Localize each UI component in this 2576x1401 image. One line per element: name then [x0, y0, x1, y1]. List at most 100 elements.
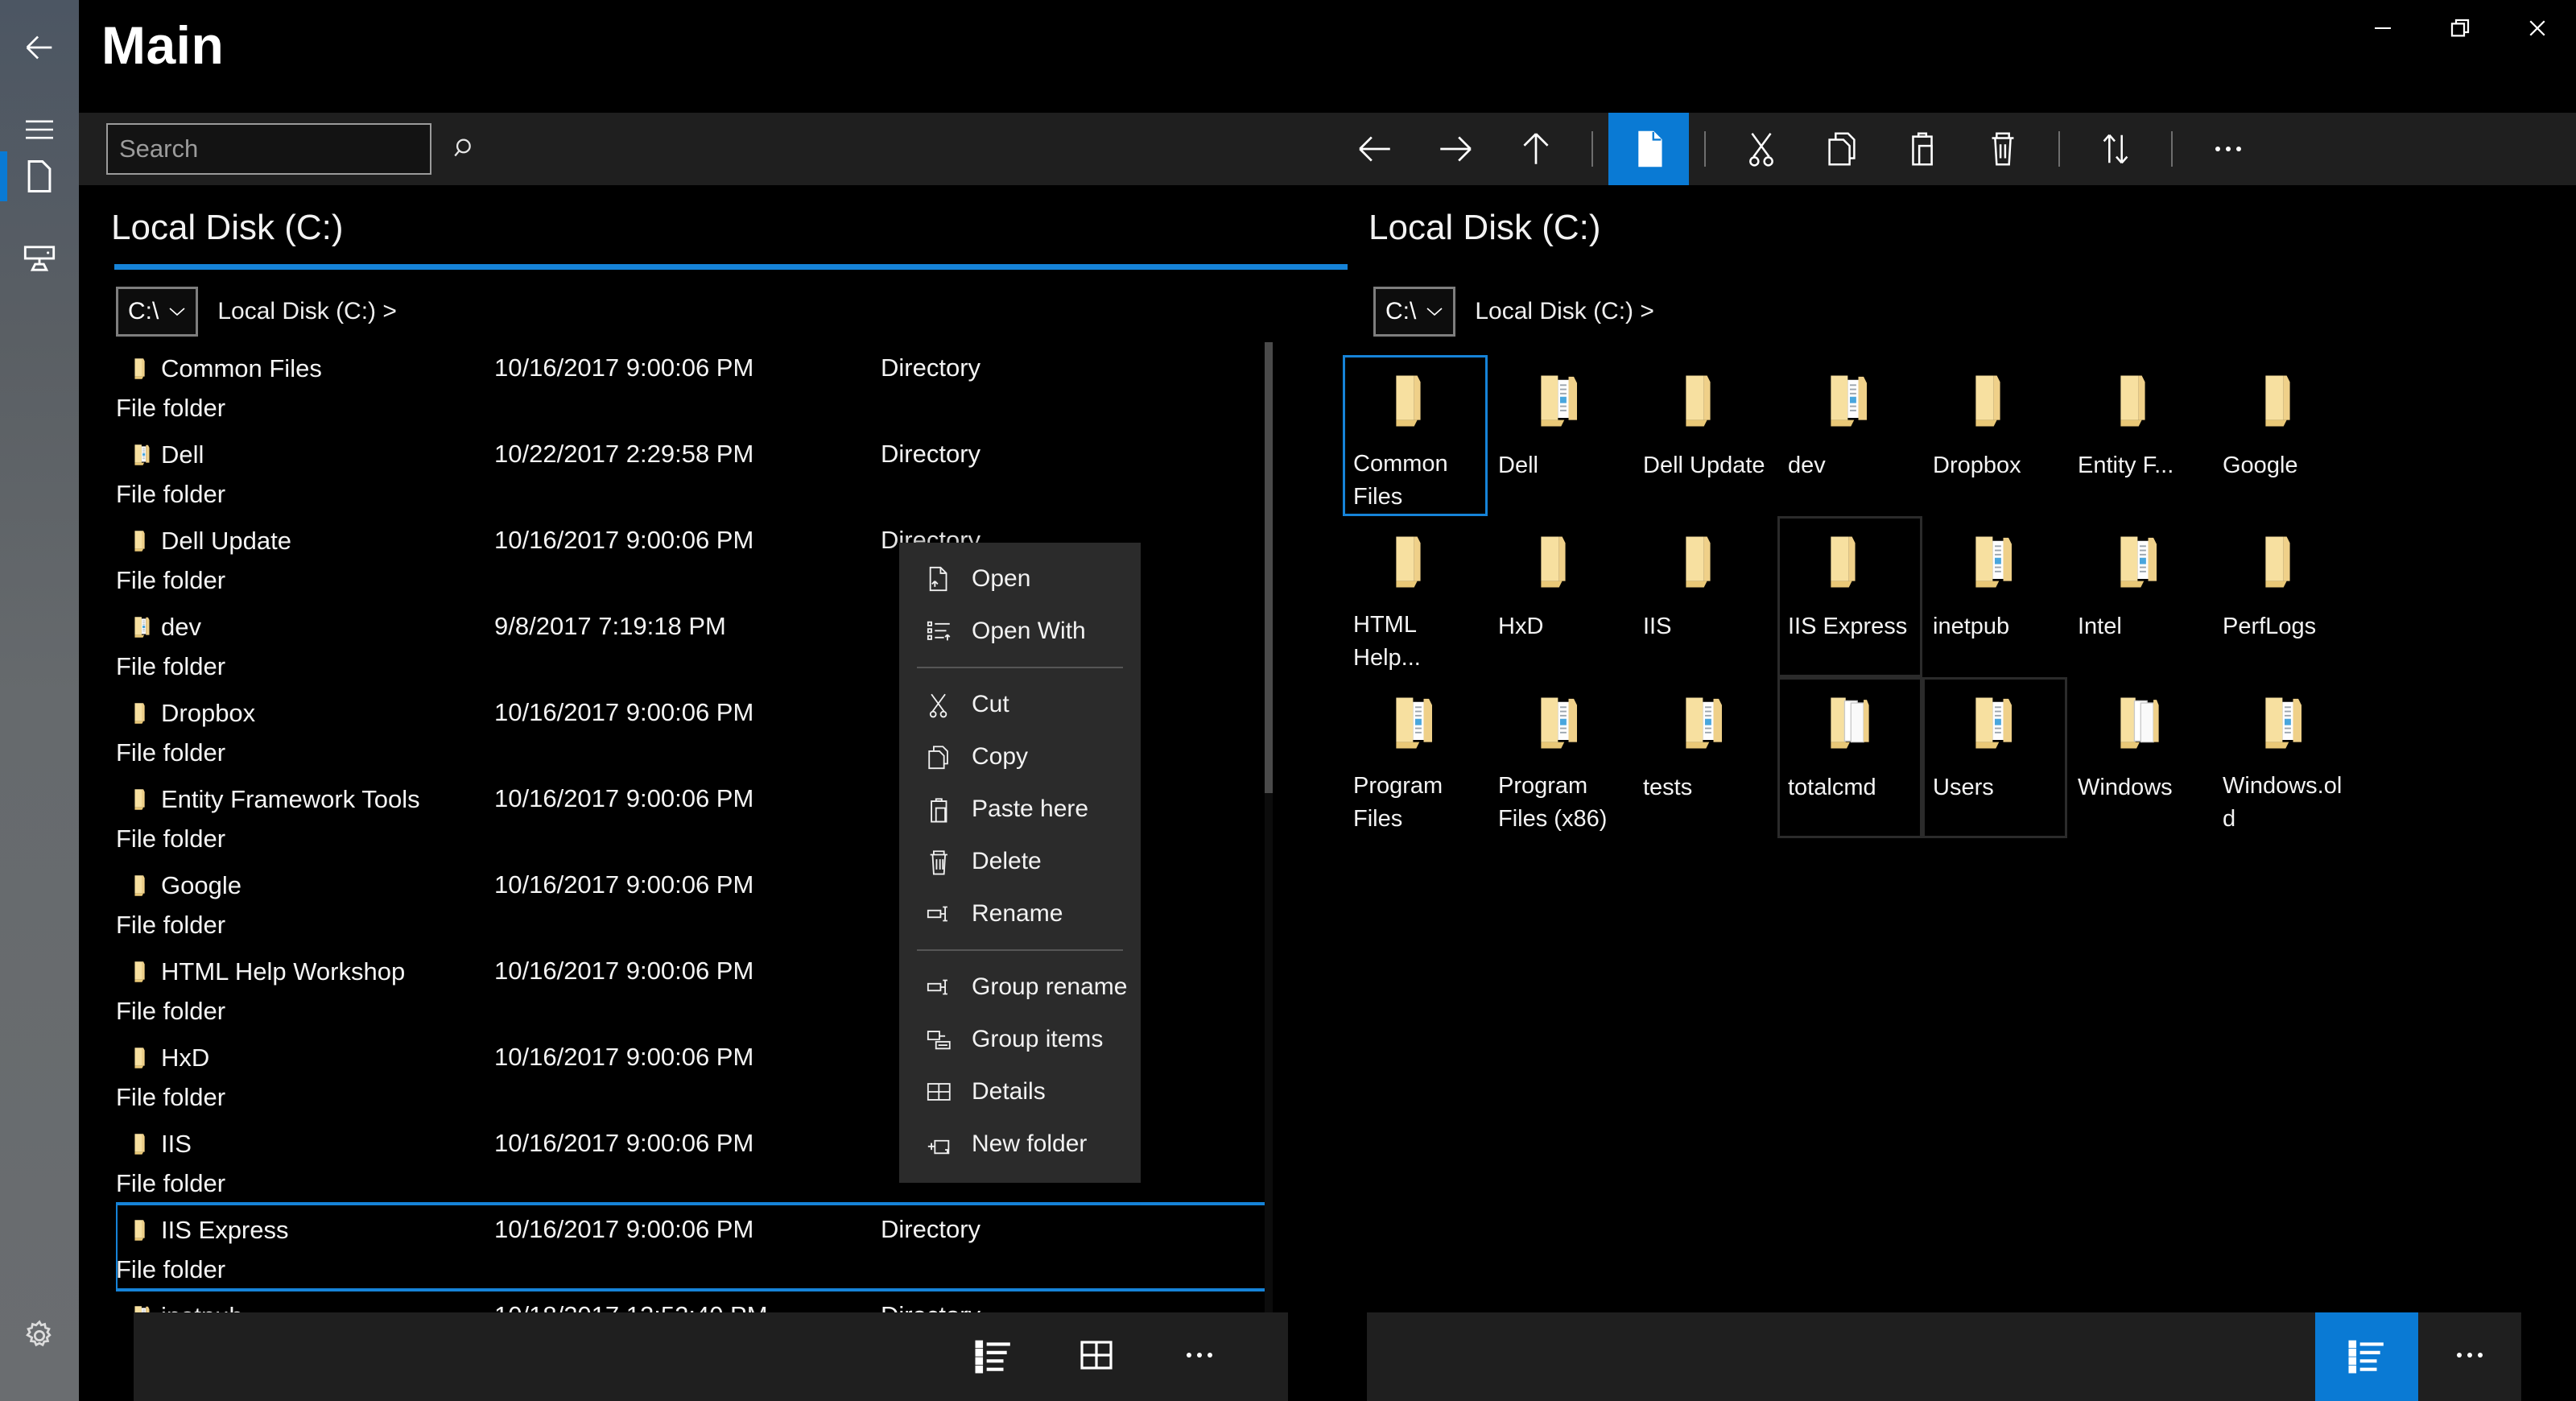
menu-item-open-with[interactable]: Open With: [899, 605, 1141, 657]
menu-item-group-rename[interactable]: Group rename: [899, 961, 1141, 1013]
rail-tabs-button[interactable]: [0, 137, 79, 216]
folder-icon: [116, 527, 161, 555]
grid-item-label: tests: [1643, 775, 1693, 800]
grid-item[interactable]: Dell Update: [1633, 355, 1777, 516]
paste-button[interactable]: [1882, 113, 1963, 185]
row-date: 10/16/2017 9:00:06 PM: [494, 353, 754, 382]
grid-item-label: Intel: [2078, 614, 2122, 639]
grid-item[interactable]: Users: [1922, 677, 2067, 838]
left-panel-title: Local Disk (C:): [111, 208, 344, 247]
right-drive-selector[interactable]: C:\: [1373, 287, 1456, 337]
right-breadcrumb: C:\ Local Disk (C:) >: [1373, 281, 2576, 342]
menu-item-delete[interactable]: Delete: [899, 835, 1141, 887]
grid-item[interactable]: Entity F...: [2067, 355, 2212, 516]
right-panel-title: Local Disk (C:): [1368, 208, 1601, 247]
folder-files-icon: [116, 441, 161, 469]
row-date: 10/16/2017 9:00:06 PM: [494, 1129, 754, 1157]
menu-item-group-items[interactable]: Group items: [899, 1013, 1141, 1065]
grid-item[interactable]: Windows: [2067, 677, 2212, 838]
left-list-scrollbar[interactable]: [1265, 342, 1273, 1316]
grid-item[interactable]: totalcmd: [1777, 677, 1922, 838]
table-row[interactable]: Dell 10/22/2017 2:29:58 PM Directory File f…: [116, 428, 1273, 515]
close-button[interactable]: [2499, 0, 2576, 56]
rail-settings-button[interactable]: [0, 1296, 79, 1375]
delete-button[interactable]: [1963, 113, 2043, 185]
grid-item[interactable]: IIS: [1633, 516, 1777, 677]
folder-files-icon: [1816, 367, 1884, 441]
grid-item[interactable]: Common Files: [1343, 355, 1488, 516]
title-bar: Main: [79, 0, 2576, 113]
row-date: 10/16/2017 9:00:06 PM: [494, 526, 754, 554]
menu-item-new-folder[interactable]: New folder: [899, 1118, 1141, 1170]
row-description: File folder: [116, 738, 226, 767]
grid-item[interactable]: tests: [1633, 677, 1777, 838]
more-options-button[interactable]: [2418, 1312, 2521, 1401]
folder-icon: [1961, 367, 2029, 441]
row-description: File folder: [116, 824, 226, 853]
grid-item[interactable]: Intel: [2067, 516, 2212, 677]
row-date: 10/16/2017 9:00:06 PM: [494, 1215, 754, 1243]
search-box[interactable]: [106, 123, 471, 175]
rail-network-button[interactable]: [0, 219, 79, 298]
tiles-view-button[interactable]: [1045, 1312, 1148, 1401]
grid-item[interactable]: Dropbox: [1922, 355, 2067, 516]
menu-item-cut[interactable]: Cut: [899, 678, 1141, 730]
folder-icon: [1381, 528, 1449, 601]
table-row[interactable]: Common Files 10/16/2017 9:00:06 PM Directo…: [116, 342, 1273, 428]
list-view-button[interactable]: [2315, 1312, 2418, 1401]
menu-item-paste-here[interactable]: Paste here: [899, 783, 1141, 835]
left-drive-selector[interactable]: C:\: [116, 287, 199, 337]
minimize-button[interactable]: [2344, 0, 2421, 56]
sort-button[interactable]: [2075, 113, 2156, 185]
row-description: File folder: [116, 480, 226, 508]
grid-item[interactable]: IIS Express: [1777, 516, 1922, 677]
row-description: File folder: [116, 911, 226, 939]
grid-item[interactable]: Program Files: [1343, 677, 1488, 838]
menu-item-details[interactable]: Details: [899, 1065, 1141, 1118]
menu-item-open[interactable]: Open: [899, 552, 1141, 605]
navigate-forward-button[interactable]: [1415, 113, 1496, 185]
left-bottom-toolbar: [134, 1312, 1288, 1401]
row-name: Dropbox: [161, 699, 256, 727]
context-menu[interactable]: Open Open With Cut Copy Paste here Delete Rena…: [899, 543, 1141, 1183]
grid-item[interactable]: Program Files (x86): [1488, 677, 1633, 838]
grid-item[interactable]: Windows.old: [2212, 677, 2357, 838]
navigate-up-button[interactable]: [1496, 113, 1576, 185]
grid-item[interactable]: inetpub: [1922, 516, 2067, 677]
grid-item[interactable]: HTML Help...: [1343, 516, 1488, 677]
grid-item[interactable]: Dell: [1488, 355, 1633, 516]
rail-back-button[interactable]: [0, 8, 79, 87]
search-input[interactable]: [108, 125, 452, 173]
folder-icon: [116, 872, 161, 899]
table-row[interactable]: IIS Express 10/16/2017 9:00:06 PM Director…: [116, 1202, 1273, 1291]
menu-item-rename[interactable]: Rename: [899, 887, 1141, 940]
grid-item-label: totalcmd: [1788, 775, 1876, 800]
menu-separator: [917, 949, 1123, 951]
grid-item[interactable]: HxD: [1488, 516, 1633, 677]
grid-item-label: Entity F...: [2078, 453, 2174, 478]
new-file-button[interactable]: [1608, 113, 1689, 185]
navigate-back-button[interactable]: [1335, 113, 1415, 185]
menu-item-copy[interactable]: Copy: [899, 730, 1141, 783]
menu-item-label: Group rename: [972, 973, 1128, 1000]
right-icon-grid[interactable]: Common Files Dell Dell Update dev Dropbo…: [1343, 355, 2576, 838]
row-name-cell: dev: [116, 601, 201, 654]
folder-files-icon: [2106, 528, 2174, 602]
menu-item-label: Open With: [972, 617, 1086, 644]
window-controls: [2344, 0, 2576, 56]
grid-item[interactable]: dev: [1777, 355, 1922, 516]
folder-icon: [1671, 528, 1739, 602]
grid-item[interactable]: Google: [2212, 355, 2357, 516]
row-date: 10/16/2017 9:00:06 PM: [494, 1043, 754, 1071]
restore-button[interactable]: [2421, 0, 2499, 56]
more-options-button[interactable]: [1148, 1312, 1251, 1401]
cut-button[interactable]: [1721, 113, 1802, 185]
chevron-down-icon: [1426, 308, 1443, 316]
copy-button[interactable]: [1802, 113, 1882, 185]
more-options-button[interactable]: [2188, 113, 2268, 185]
trash-icon: [919, 848, 960, 875]
rename-icon: [919, 900, 960, 928]
grid-item[interactable]: PerfLogs: [2212, 516, 2357, 677]
row-name: Dell: [161, 440, 204, 469]
details-view-button[interactable]: [942, 1312, 1045, 1401]
